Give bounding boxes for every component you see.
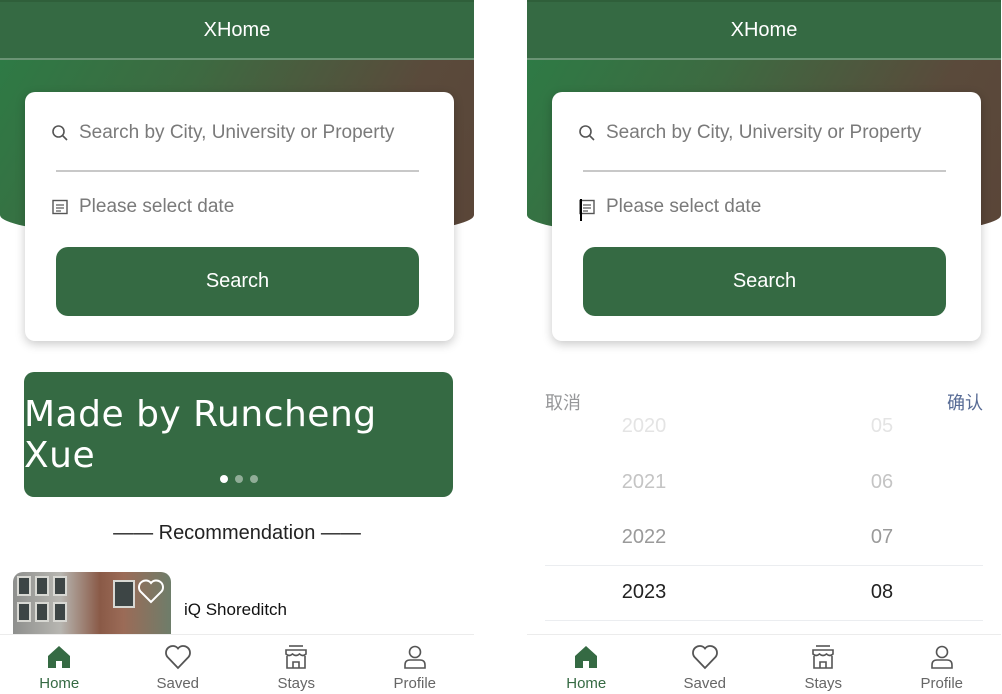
- picker-option[interactable]: 06: [782, 455, 982, 510]
- search-icon: [579, 125, 595, 141]
- date-field[interactable]: Please select date: [578, 196, 761, 218]
- home-screen-right: XHome Search by City, University or Prop…: [527, 0, 1001, 694]
- calendar-icon: [52, 199, 68, 215]
- property-name[interactable]: iQ Shoreditch: [184, 600, 287, 620]
- heart-icon[interactable]: [137, 578, 165, 604]
- picker-option[interactable]: 2021: [544, 455, 744, 510]
- recommendation-title: —— Recommendation ——: [113, 522, 361, 544]
- search-button[interactable]: Search: [56, 247, 419, 316]
- carousel-dot[interactable]: [219, 475, 228, 483]
- top-navbar: XHome: [527, 0, 1001, 60]
- tab-saved[interactable]: Saved: [119, 635, 238, 694]
- date-field[interactable]: Please select date: [51, 196, 234, 218]
- user-icon: [403, 645, 426, 669]
- store-icon: [285, 645, 308, 669]
- search-field[interactable]: Search by City, University or Property: [578, 122, 921, 144]
- search-card: Search by City, University or Property P…: [552, 92, 981, 341]
- carousel-dot[interactable]: [249, 475, 258, 483]
- building-window: [113, 580, 135, 608]
- building-window: [53, 602, 67, 622]
- date-picker-columns[interactable]: 2020 2021 2022 2023 05 06 07 08: [527, 413, 1001, 634]
- tab-home[interactable]: Home: [527, 635, 646, 694]
- date-picker-toolbar: 取消 确认: [527, 389, 1001, 414]
- tab-profile[interactable]: Profile: [356, 635, 475, 694]
- tab-label: Saved: [683, 675, 727, 692]
- search-button[interactable]: Search: [583, 247, 946, 316]
- carousel-dot[interactable]: [234, 475, 243, 483]
- tab-label: Home: [566, 675, 607, 692]
- picker-cancel-button[interactable]: 取消: [545, 389, 581, 414]
- tab-label: Profile: [393, 675, 437, 692]
- banner-text: Made by Runcheng Xue: [24, 393, 377, 476]
- app-title: XHome: [730, 18, 798, 41]
- search-input[interactable]: Search by City, University or Property: [79, 122, 394, 144]
- banner-carousel[interactable]: Made by Runcheng Xue: [24, 372, 453, 497]
- top-navbar: XHome: [0, 0, 474, 60]
- screen-gap: [474, 0, 527, 694]
- bottom-tabbar: Home Saved Stays Profile: [527, 634, 1001, 694]
- search-card: Search by City, University or Property P…: [25, 92, 454, 341]
- text-cursor: [580, 199, 582, 221]
- building-window: [17, 576, 31, 596]
- picker-option[interactable]: 07: [782, 510, 982, 565]
- building-window: [35, 576, 49, 596]
- picker-selection-line-bottom: [545, 620, 983, 621]
- tab-profile[interactable]: Profile: [883, 635, 1002, 694]
- tab-saved[interactable]: Saved: [646, 635, 765, 694]
- home-icon: [575, 646, 598, 668]
- date-input[interactable]: Please select date: [606, 196, 761, 218]
- building-window: [35, 602, 49, 622]
- tab-label: Saved: [156, 675, 200, 692]
- picker-selection-line-top: [545, 565, 983, 566]
- search-underline: [583, 170, 946, 172]
- date-input[interactable]: Please select date: [79, 196, 234, 218]
- tab-stays[interactable]: Stays: [237, 635, 356, 694]
- heart-icon: [691, 645, 718, 670]
- tab-label: Stays: [804, 675, 842, 692]
- picker-confirm-button[interactable]: 确认: [947, 389, 983, 414]
- tab-label: Profile: [920, 675, 964, 692]
- tab-label: Home: [39, 675, 80, 692]
- bottom-tabbar: Home Saved Stays Profile: [0, 634, 474, 694]
- tab-home[interactable]: Home: [0, 635, 119, 694]
- search-input[interactable]: Search by City, University or Property: [606, 122, 921, 144]
- app-title: XHome: [203, 18, 271, 41]
- picker-option[interactable]: 05: [782, 413, 982, 454]
- home-screen-left: XHome Search by City, University or Prop…: [0, 0, 474, 694]
- search-icon: [52, 125, 68, 141]
- carousel-indicators: [219, 475, 258, 483]
- building-window: [53, 576, 67, 596]
- property-image[interactable]: [13, 572, 171, 636]
- store-icon: [812, 645, 835, 669]
- picker-option-selected[interactable]: 08: [782, 565, 982, 620]
- tab-stays[interactable]: Stays: [764, 635, 883, 694]
- picker-option-selected[interactable]: 2023: [544, 565, 744, 620]
- picker-option[interactable]: 2020: [544, 413, 744, 454]
- search-field[interactable]: Search by City, University or Property: [51, 122, 394, 144]
- picker-option[interactable]: 2022: [544, 510, 744, 565]
- home-icon: [48, 646, 71, 668]
- search-underline: [56, 170, 419, 172]
- heart-icon: [164, 645, 191, 670]
- user-icon: [930, 645, 953, 669]
- tab-label: Stays: [277, 675, 315, 692]
- building-window: [17, 602, 31, 622]
